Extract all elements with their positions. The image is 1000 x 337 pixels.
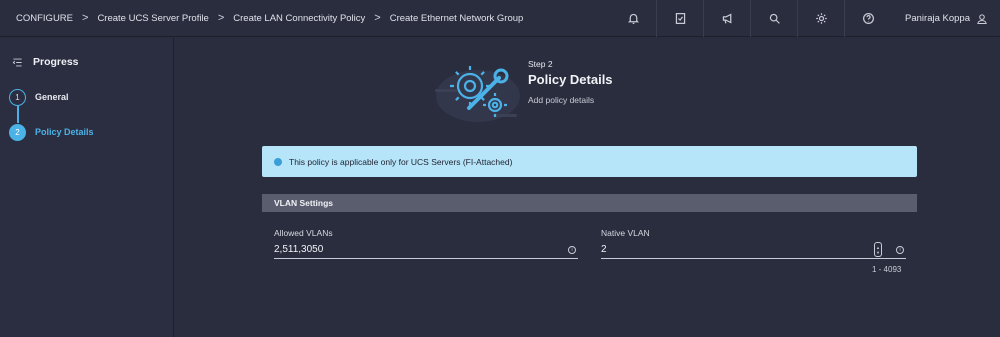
progress-header: Progress bbox=[0, 38, 173, 74]
native-vlan-controls: ▲ ▼ i bbox=[874, 242, 906, 257]
breadcrumb: CONFIGURE > Create UCS Server Profile > … bbox=[0, 12, 523, 24]
top-icon-bar bbox=[610, 0, 892, 37]
info-banner-text: This policy is applicable only for UCS S… bbox=[289, 156, 513, 167]
user-icon bbox=[977, 13, 987, 24]
collapse-list-icon[interactable] bbox=[12, 57, 23, 68]
chevron-down-icon[interactable]: ▼ bbox=[876, 250, 880, 255]
step-number-label: Step 2 bbox=[528, 59, 553, 69]
step-general[interactable]: 1 General bbox=[0, 88, 173, 123]
breadcrumb-lan-policy[interactable]: Create LAN Connectivity Policy bbox=[233, 13, 365, 24]
bell-icon[interactable] bbox=[610, 0, 657, 37]
info-banner: This policy is applicable only for UCS S… bbox=[262, 146, 917, 177]
breadcrumb-ethernet-group: Create Ethernet Network Group bbox=[389, 12, 524, 24]
native-vlan-value: 2 bbox=[601, 244, 607, 255]
gear-wrench-illustration bbox=[435, 66, 520, 122]
checklist-icon[interactable] bbox=[657, 0, 704, 37]
allowed-vlans-input[interactable]: 2,511,3050 i bbox=[274, 241, 578, 259]
page-subtitle: Add policy details bbox=[528, 95, 595, 105]
native-vlan-field: Native VLAN 2 ▲ ▼ i bbox=[601, 228, 906, 264]
step-number: 2 bbox=[9, 123, 26, 141]
main-content: Step 2 Policy Details Add policy details… bbox=[175, 38, 1000, 337]
step-connector bbox=[17, 106, 19, 123]
step-list: 1 General 2 Policy Details bbox=[0, 88, 173, 141]
native-vlan-input[interactable]: 2 ▲ ▼ i bbox=[601, 241, 906, 259]
allowed-vlans-label: Allowed VLANs bbox=[274, 228, 333, 238]
step-number: 1 bbox=[9, 88, 26, 106]
breadcrumb-separator: > bbox=[217, 12, 225, 24]
progress-title: Progress bbox=[33, 56, 79, 68]
user-menu[interactable]: Paniraja Koppa bbox=[905, 0, 988, 37]
allowed-vlans-value: 2,511,3050 bbox=[274, 244, 324, 255]
section-title: VLAN Settings bbox=[274, 198, 334, 208]
help-icon[interactable] bbox=[845, 0, 892, 37]
step-label: General bbox=[35, 92, 69, 102]
top-bar: CONFIGURE > Create UCS Server Profile > … bbox=[0, 0, 1000, 37]
page-title: Policy Details bbox=[528, 72, 613, 87]
native-vlan-label: Native VLAN bbox=[601, 228, 650, 238]
section-header-vlan: VLAN Settings bbox=[262, 194, 917, 212]
number-stepper[interactable]: ▲ ▼ bbox=[874, 242, 882, 257]
info-circle-icon[interactable]: i bbox=[896, 245, 904, 254]
step-policy-details[interactable]: 2 Policy Details bbox=[0, 123, 173, 141]
step-label: Policy Details bbox=[35, 127, 94, 137]
gear-icon[interactable] bbox=[798, 0, 845, 37]
user-name: Paniraja Koppa bbox=[905, 13, 970, 24]
breadcrumb-separator: > bbox=[82, 12, 89, 24]
allowed-vlans-field: Allowed VLANs 2,511,3050 i bbox=[274, 228, 578, 264]
native-vlan-range: 1 - 4093 bbox=[872, 265, 902, 274]
info-icon bbox=[274, 157, 282, 166]
breadcrumb-configure[interactable]: CONFIGURE bbox=[16, 13, 73, 24]
progress-sidebar: Progress 1 General 2 Policy Details bbox=[0, 38, 174, 337]
breadcrumb-separator: > bbox=[374, 12, 381, 24]
search-icon[interactable] bbox=[751, 0, 798, 37]
breadcrumb-server-profile[interactable]: Create UCS Server Profile bbox=[97, 13, 208, 24]
megaphone-icon[interactable] bbox=[704, 0, 751, 37]
info-circle-icon[interactable]: i bbox=[568, 245, 576, 254]
